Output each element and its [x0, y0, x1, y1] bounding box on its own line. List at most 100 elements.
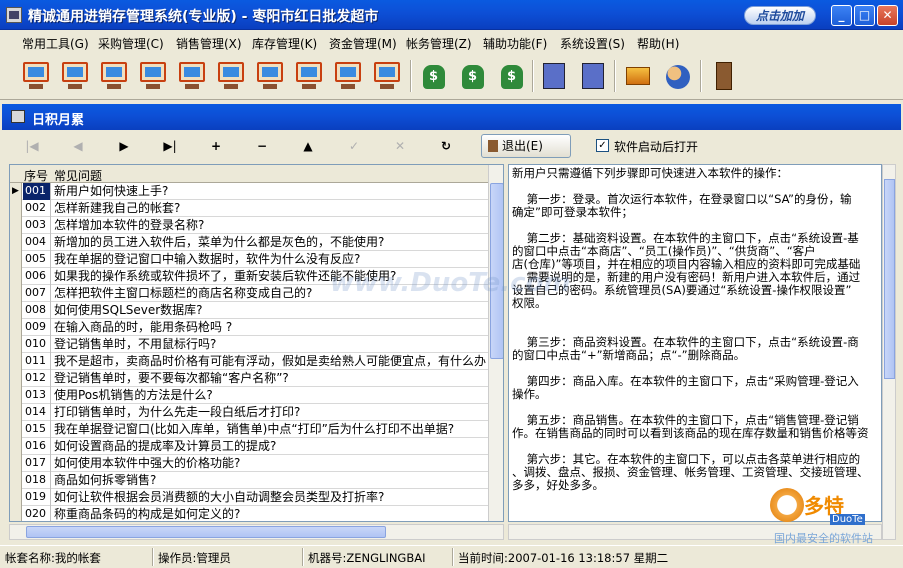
cell-question[interactable]: 怎样把软件主窗口标题栏的商店名称变成自己的? — [52, 285, 488, 302]
cell-question[interactable]: 如何让软件根据会员消费额的大小自动调整会员类型及打折率? — [52, 489, 488, 506]
cell-question[interactable]: 怎样增加本软件的登录名称? — [52, 217, 488, 234]
grid-horizontal-scrollbar[interactable] — [9, 524, 504, 540]
cell-question[interactable]: 登记销售单时，不用鼠标行吗? — [52, 336, 488, 353]
cell-question[interactable]: 在输入商品的时，能用条码枪吗 ? — [52, 319, 488, 336]
toolbar-users-icon[interactable] — [660, 57, 696, 95]
answer-text-area[interactable]: 新用户只需遵循下列步骤即可快速进入本软件的操作： 第一步：登录。首次运行本软件，… — [508, 164, 882, 522]
cell-question[interactable]: 我不是超市，卖商品时价格有可能有浮动，假如是卖给熟人可能便宜点，有什么办 — [52, 353, 488, 370]
grid-vertical-scrollbar[interactable] — [488, 165, 503, 521]
menu-auxiliary[interactable]: 辅助功能(F) — [483, 35, 547, 52]
table-row[interactable]: 013 使用Pos机销售的方法是什么? — [10, 387, 488, 404]
cell-no[interactable]: 001 — [23, 183, 51, 200]
app-icon[interactable] — [6, 7, 22, 23]
nav-cancel-button[interactable]: ✕ — [390, 137, 410, 155]
cell-no[interactable]: 018 — [23, 472, 51, 489]
cell-no[interactable]: 003 — [23, 217, 51, 234]
cell-no[interactable]: 019 — [23, 489, 51, 506]
cell-no[interactable]: 005 — [23, 251, 51, 268]
toolbar-money-bag-icon-2[interactable] — [455, 57, 491, 95]
toolbar-exit-door-icon[interactable] — [706, 57, 742, 95]
cell-no[interactable]: 002 — [23, 200, 51, 217]
cell-question[interactable]: 如何设置商品的提成率及计算员工的提成? — [52, 438, 488, 455]
cell-no[interactable]: 011 — [23, 353, 51, 370]
table-row[interactable]: 009 在输入商品的时，能用条码枪吗 ? — [10, 319, 488, 336]
cell-question[interactable]: 打印销售单时，为什么先走一段白纸后才打印? — [52, 404, 488, 421]
toolbar-monitor-icon-5[interactable] — [174, 57, 210, 95]
cell-question[interactable]: 如果我的操作系统或软件损坏了，重新安装后软件还能不能使用? — [52, 268, 488, 285]
table-row[interactable]: 003 怎样增加本软件的登录名称? — [10, 217, 488, 234]
exit-button[interactable]: 退出(E) — [481, 134, 571, 158]
toolbar-monitor-icon-10[interactable] — [369, 57, 405, 95]
toolbar-monitor-icon-7[interactable] — [252, 57, 288, 95]
nav-last-button[interactable]: ▶| — [160, 137, 180, 155]
cell-no[interactable]: 020 — [23, 506, 51, 521]
table-row[interactable]: 014 打印销售单时，为什么先走一段白纸后才打印? — [10, 404, 488, 421]
promo-badge[interactable]: 点击加加 — [744, 6, 816, 25]
toolbar-monitor-icon-9[interactable] — [330, 57, 366, 95]
window-title-bar[interactable]: 精诚通用进销存管理系统(专业版) - 枣阳市红日批发超市 点击加加 _ □ ✕ — [0, 0, 903, 30]
cell-no[interactable]: 015 — [23, 421, 51, 438]
table-row[interactable]: 015 我在单据登记窗口(比如入库单，销售单)中点“打印”后为什么打印不出单据? — [10, 421, 488, 438]
cell-question[interactable]: 新增加的员工进入软件后，菜单为什么都是灰色的，不能使用? — [52, 234, 488, 251]
table-row[interactable]: 007 怎样把软件主窗口标题栏的商店名称变成自己的? — [10, 285, 488, 302]
scroll-thumb[interactable] — [884, 179, 895, 379]
cell-no[interactable]: 013 — [23, 387, 51, 404]
cell-question[interactable]: 使用Pos机销售的方法是什么? — [52, 387, 488, 404]
cell-question[interactable]: 称重商品条码的构成是如何定义的? — [52, 506, 488, 521]
cell-no[interactable]: 007 — [23, 285, 51, 302]
toolbar-folder-icon[interactable] — [575, 57, 611, 95]
cell-no[interactable]: 010 — [23, 336, 51, 353]
faq-grid[interactable]: 序号 常见问题 ▶ 001 新用户如何快速上手? 002 怎样新建我自己的帐套? 003 怎… — [9, 164, 504, 522]
cell-question[interactable]: 我在单据登记窗口(比如入库单，销售单)中点“打印”后为什么打印不出单据? — [52, 421, 488, 438]
table-row[interactable]: 017 如何使用本软件中强大的价格功能? — [10, 455, 488, 472]
cell-question[interactable]: 我在单据的登记窗口中输入数据时，软件为什么没有反应? — [52, 251, 488, 268]
menu-funds[interactable]: 资金管理(M) — [329, 35, 397, 52]
cell-no[interactable]: 006 — [23, 268, 51, 285]
startup-open-checkbox[interactable]: ✓ — [596, 139, 609, 152]
toolbar-books-icon[interactable] — [620, 57, 656, 95]
menu-inventory[interactable]: 库存管理(K) — [252, 35, 317, 52]
cell-no[interactable]: 016 — [23, 438, 51, 455]
table-row[interactable]: 016 如何设置商品的提成率及计算员工的提成? — [10, 438, 488, 455]
table-row[interactable]: 008 如何使用SQLSever数据库? — [10, 302, 488, 319]
nav-refresh-button[interactable]: ↻ — [436, 137, 456, 155]
toolbar-monitor-icon-8[interactable] — [291, 57, 327, 95]
cell-no[interactable]: 004 — [23, 234, 51, 251]
nav-post-button[interactable]: ✓ — [344, 137, 364, 155]
cell-question[interactable]: 商品如何拆零销售? — [52, 472, 488, 489]
cell-no[interactable]: 014 — [23, 404, 51, 421]
nav-insert-button[interactable]: + — [206, 137, 226, 155]
cell-question[interactable]: 新用户如何快速上手? — [52, 183, 488, 200]
toolbar-money-bag-icon-3[interactable] — [494, 57, 530, 95]
table-row[interactable]: 010 登记销售单时，不用鼠标行吗? — [10, 336, 488, 353]
nav-next-button[interactable]: ▶ — [114, 137, 134, 155]
close-button[interactable]: ✕ — [877, 5, 898, 26]
toolbar-money-bag-icon-1[interactable] — [416, 57, 452, 95]
cell-question[interactable]: 如何使用SQLSever数据库? — [52, 302, 488, 319]
inner-window-title-bar[interactable]: 日积月累 — [2, 104, 901, 130]
menu-accounts[interactable]: 帐务管理(Z) — [406, 35, 472, 52]
menu-common-tools[interactable]: 常用工具(G) — [22, 35, 89, 52]
table-row[interactable]: 020 称重商品条码的构成是如何定义的? — [10, 506, 488, 521]
table-row[interactable]: 018 商品如何拆零销售? — [10, 472, 488, 489]
toolbar-monitor-icon-4[interactable] — [135, 57, 171, 95]
maximize-button[interactable]: □ — [854, 5, 875, 26]
scroll-thumb[interactable] — [490, 183, 503, 359]
toolbar-monitor-icon-2[interactable] — [57, 57, 93, 95]
cell-no[interactable]: 012 — [23, 370, 51, 387]
nav-prior-button[interactable]: ◀ — [68, 137, 88, 155]
cell-no[interactable]: 017 — [23, 455, 51, 472]
toolbar-printer-icon[interactable] — [536, 57, 572, 95]
answer-vertical-scrollbar[interactable] — [882, 164, 896, 540]
table-row[interactable]: 019 如何让软件根据会员消费额的大小自动调整会员类型及打折率? — [10, 489, 488, 506]
table-row[interactable]: 004 新增加的员工进入软件后，菜单为什么都是灰色的，不能使用? — [10, 234, 488, 251]
nav-delete-button[interactable]: − — [252, 137, 272, 155]
cell-question[interactable]: 如何使用本软件中强大的价格功能? — [52, 455, 488, 472]
menu-settings[interactable]: 系统设置(S) — [560, 35, 625, 52]
cell-question[interactable]: 登记销售单时，要不要每次都输“客户名称”? — [52, 370, 488, 387]
toolbar-monitor-icon-3[interactable] — [96, 57, 132, 95]
nav-first-button[interactable]: |◀ — [22, 137, 42, 155]
toolbar-monitor-icon-6[interactable] — [213, 57, 249, 95]
table-row[interactable]: 002 怎样新建我自己的帐套? — [10, 200, 488, 217]
table-row[interactable]: 005 我在单据的登记窗口中输入数据时，软件为什么没有反应? — [10, 251, 488, 268]
